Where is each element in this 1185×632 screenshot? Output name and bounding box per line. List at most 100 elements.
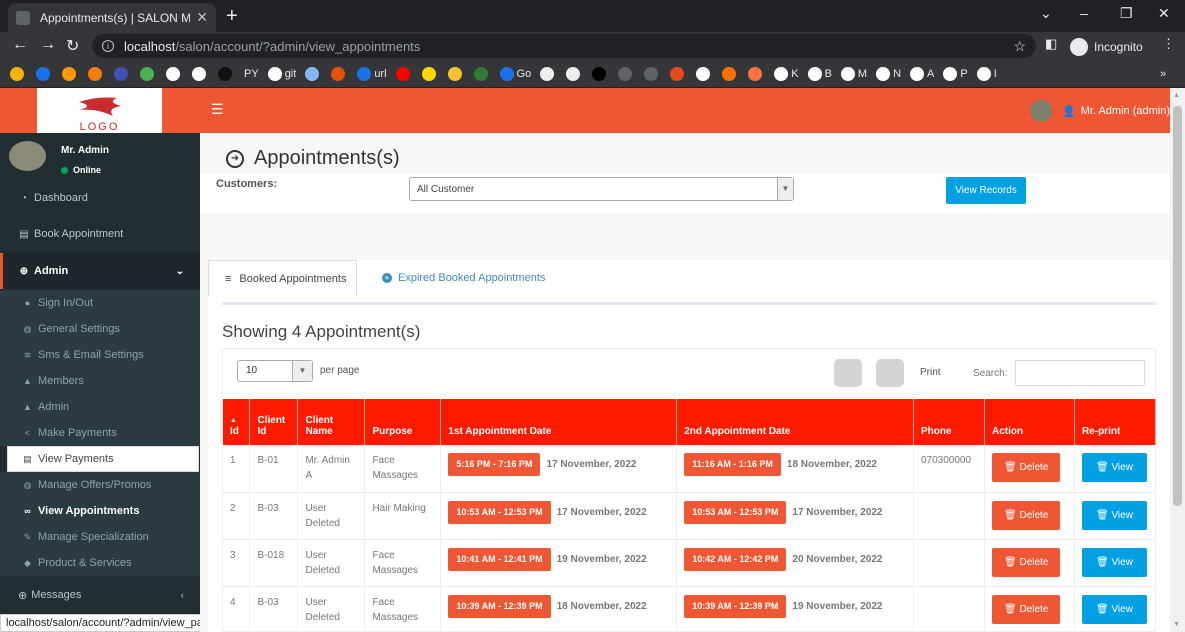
- scrollbar-thumb[interactable]: [1173, 106, 1182, 506]
- bookmark-item[interactable]: [140, 66, 157, 81]
- sidebar-item-manage-specialization[interactable]: ✎ Manage Specialization: [0, 524, 200, 550]
- column-header-reprint[interactable]: Re-print: [1074, 399, 1157, 445]
- customer-select[interactable]: All Customer ▼: [409, 177, 794, 201]
- bookmark-k[interactable]: K: [774, 66, 799, 81]
- sidebar-item-make-payments[interactable]: < Make Payments: [0, 420, 200, 446]
- sidebar-item-book-appointment[interactable]: ▤ Book Appointment: [0, 221, 200, 247]
- column-header-client-id[interactable]: Client Id: [249, 399, 299, 445]
- incognito-indicator[interactable]: Incognito: [1070, 38, 1143, 56]
- view-records-button[interactable]: View Records: [946, 177, 1026, 204]
- header-user-menu[interactable]: 👤 Mr. Admin (admin): [1030, 100, 1170, 122]
- delete-button[interactable]: 🗑 Delete: [991, 547, 1061, 577]
- scroll-up-icon[interactable]: ▲: [1173, 92, 1180, 99]
- bookmark-star-icon[interactable]: ☆: [1013, 38, 1026, 55]
- bookmark-item[interactable]: [722, 66, 739, 81]
- sidebar-item-sign-in-out[interactable]: ● Sign In/Out: [0, 290, 200, 316]
- search-input[interactable]: [1015, 360, 1145, 386]
- bookmark-item[interactable]: [473, 66, 491, 81]
- delete-button[interactable]: 🗑 Delete: [991, 453, 1061, 482]
- view-button[interactable]: 🗑 View: [1081, 500, 1147, 530]
- bookmark-item[interactable]: [114, 66, 131, 81]
- view-button[interactable]: 🗑 View: [1081, 453, 1147, 482]
- bookmark-item[interactable]: [331, 66, 348, 81]
- column-header-id[interactable]: ▲ Id: [223, 399, 251, 445]
- forward-icon[interactable]: →: [40, 36, 56, 54]
- sidebar-item-admin-sub[interactable]: ▲ Admin: [0, 394, 200, 420]
- sidebar-item-dashboard[interactable]: ◔ Dashboard: [0, 185, 200, 211]
- bookmark-item[interactable]: [447, 66, 465, 81]
- column-header-second-date[interactable]: 2nd Appointment Date: [676, 399, 914, 445]
- sidebar-item-sms-email-settings[interactable]: ≋ Sms & Email Settings: [0, 342, 200, 368]
- export-puzzle-icon[interactable]: [834, 359, 862, 387]
- bookmark-n[interactable]: N: [876, 66, 901, 81]
- tab-booked-appointments[interactable]: ≡ Booked Appointments: [208, 260, 357, 296]
- url-bar[interactable]: i localhost /salon/account/?admin/view_a…: [92, 34, 1036, 58]
- bookmark-item[interactable]: [644, 66, 661, 81]
- minimize-icon[interactable]: –: [1080, 5, 1088, 21]
- print-button[interactable]: Print: [920, 367, 941, 378]
- delete-button[interactable]: 🗑 Delete: [991, 500, 1061, 530]
- bookmark-item[interactable]: [540, 66, 557, 81]
- bookmark-item[interactable]: [305, 66, 322, 81]
- bookmark-item[interactable]: [592, 66, 609, 81]
- sidebar-toggle-icon[interactable]: ☰: [211, 101, 224, 118]
- view-button[interactable]: 🗑 View: [1081, 594, 1147, 624]
- export-puzzle-icon[interactable]: [876, 359, 904, 387]
- back-icon[interactable]: ←: [12, 36, 28, 54]
- bookmark-item[interactable]: [696, 66, 713, 81]
- bookmark-item[interactable]: [10, 66, 27, 81]
- bookmark-item[interactable]: [62, 66, 79, 81]
- side-panel-icon[interactable]: ◧: [1045, 36, 1057, 52]
- column-header-first-date[interactable]: 1st Appointment Date: [440, 399, 678, 445]
- delete-button[interactable]: 🗑 Delete: [991, 594, 1061, 624]
- new-tab-button[interactable]: +: [226, 5, 238, 28]
- bookmark-i[interactable]: I: [976, 66, 997, 81]
- sidebar-item-view-appointments[interactable]: ∞ View Appointments: [0, 498, 200, 524]
- sidebar-item-messages[interactable]: ⊕ Messages ‹: [0, 582, 200, 608]
- bookmarks-overflow-icon[interactable]: »: [1160, 68, 1166, 80]
- page-scrollbar[interactable]: ▲ ▼: [1170, 88, 1185, 632]
- site-info-icon[interactable]: i: [102, 40, 114, 52]
- bookmark-item[interactable]: [88, 66, 105, 81]
- reload-icon[interactable]: ↻: [66, 36, 79, 56]
- bookmark-item[interactable]: [395, 66, 413, 81]
- bookmark-item[interactable]: [748, 66, 765, 81]
- tab-search-icon[interactable]: ⌄: [1040, 5, 1052, 22]
- tab-close-icon[interactable]: ✕: [196, 9, 208, 26]
- bookmark-item[interactable]: [166, 66, 183, 81]
- bookmark-m[interactable]: M: [840, 66, 867, 81]
- tab-expired-appointments[interactable]: + Expired Booked Appointments: [382, 260, 545, 296]
- logo[interactable]: LOGO: [37, 88, 162, 133]
- bookmark-go[interactable]: Go: [499, 66, 531, 81]
- sidebar-item-general-settings[interactable]: ◍ General Settings: [0, 316, 200, 342]
- bookmark-p[interactable]: P: [943, 66, 968, 81]
- browser-tab[interactable]: Appointments(s) | SALON MANA ✕: [8, 3, 216, 32]
- bookmark-a[interactable]: A: [910, 66, 934, 81]
- bookmark-py[interactable]: PY: [244, 68, 259, 80]
- bookmark-git[interactable]: git: [267, 66, 296, 81]
- column-header-client-name[interactable]: Client Name: [297, 399, 366, 445]
- sidebar-item-product-services[interactable]: ◆ Product & Services: [0, 550, 200, 576]
- column-header-phone[interactable]: Phone: [913, 399, 985, 445]
- column-header-action[interactable]: Action: [984, 399, 1075, 445]
- sidebar-item-members[interactable]: ▲ Members: [0, 368, 200, 394]
- sidebar-item-admin[interactable]: ⊕ Admin ⌄: [0, 253, 200, 289]
- bookmark-item[interactable]: [36, 66, 53, 81]
- view-button[interactable]: 🗑 View: [1081, 547, 1147, 577]
- menu-kebab-icon[interactable]: ⋮: [1162, 36, 1175, 52]
- column-header-purpose[interactable]: Purpose: [364, 399, 442, 445]
- window-close-icon[interactable]: ✕: [1158, 5, 1170, 22]
- sidebar-item-manage-offers[interactable]: ◍ Manage Offers/Promos: [0, 472, 200, 498]
- restore-icon[interactable]: ❐: [1120, 5, 1133, 22]
- sidebar-item-view-payments[interactable]: ▤ View Payments: [7, 446, 199, 472]
- bookmark-url[interactable]: url: [357, 66, 387, 81]
- bookmark-item[interactable]: [192, 66, 209, 81]
- bookmark-item[interactable]: [618, 66, 635, 81]
- bookmark-item[interactable]: [421, 66, 439, 81]
- bookmark-item[interactable]: [218, 66, 235, 81]
- bookmark-b[interactable]: B: [807, 66, 832, 81]
- bookmark-item[interactable]: [566, 66, 583, 81]
- bookmark-item[interactable]: [670, 66, 687, 81]
- scroll-down-icon[interactable]: ▼: [1173, 621, 1180, 628]
- per-page-select[interactable]: 10 ▼: [237, 360, 313, 382]
